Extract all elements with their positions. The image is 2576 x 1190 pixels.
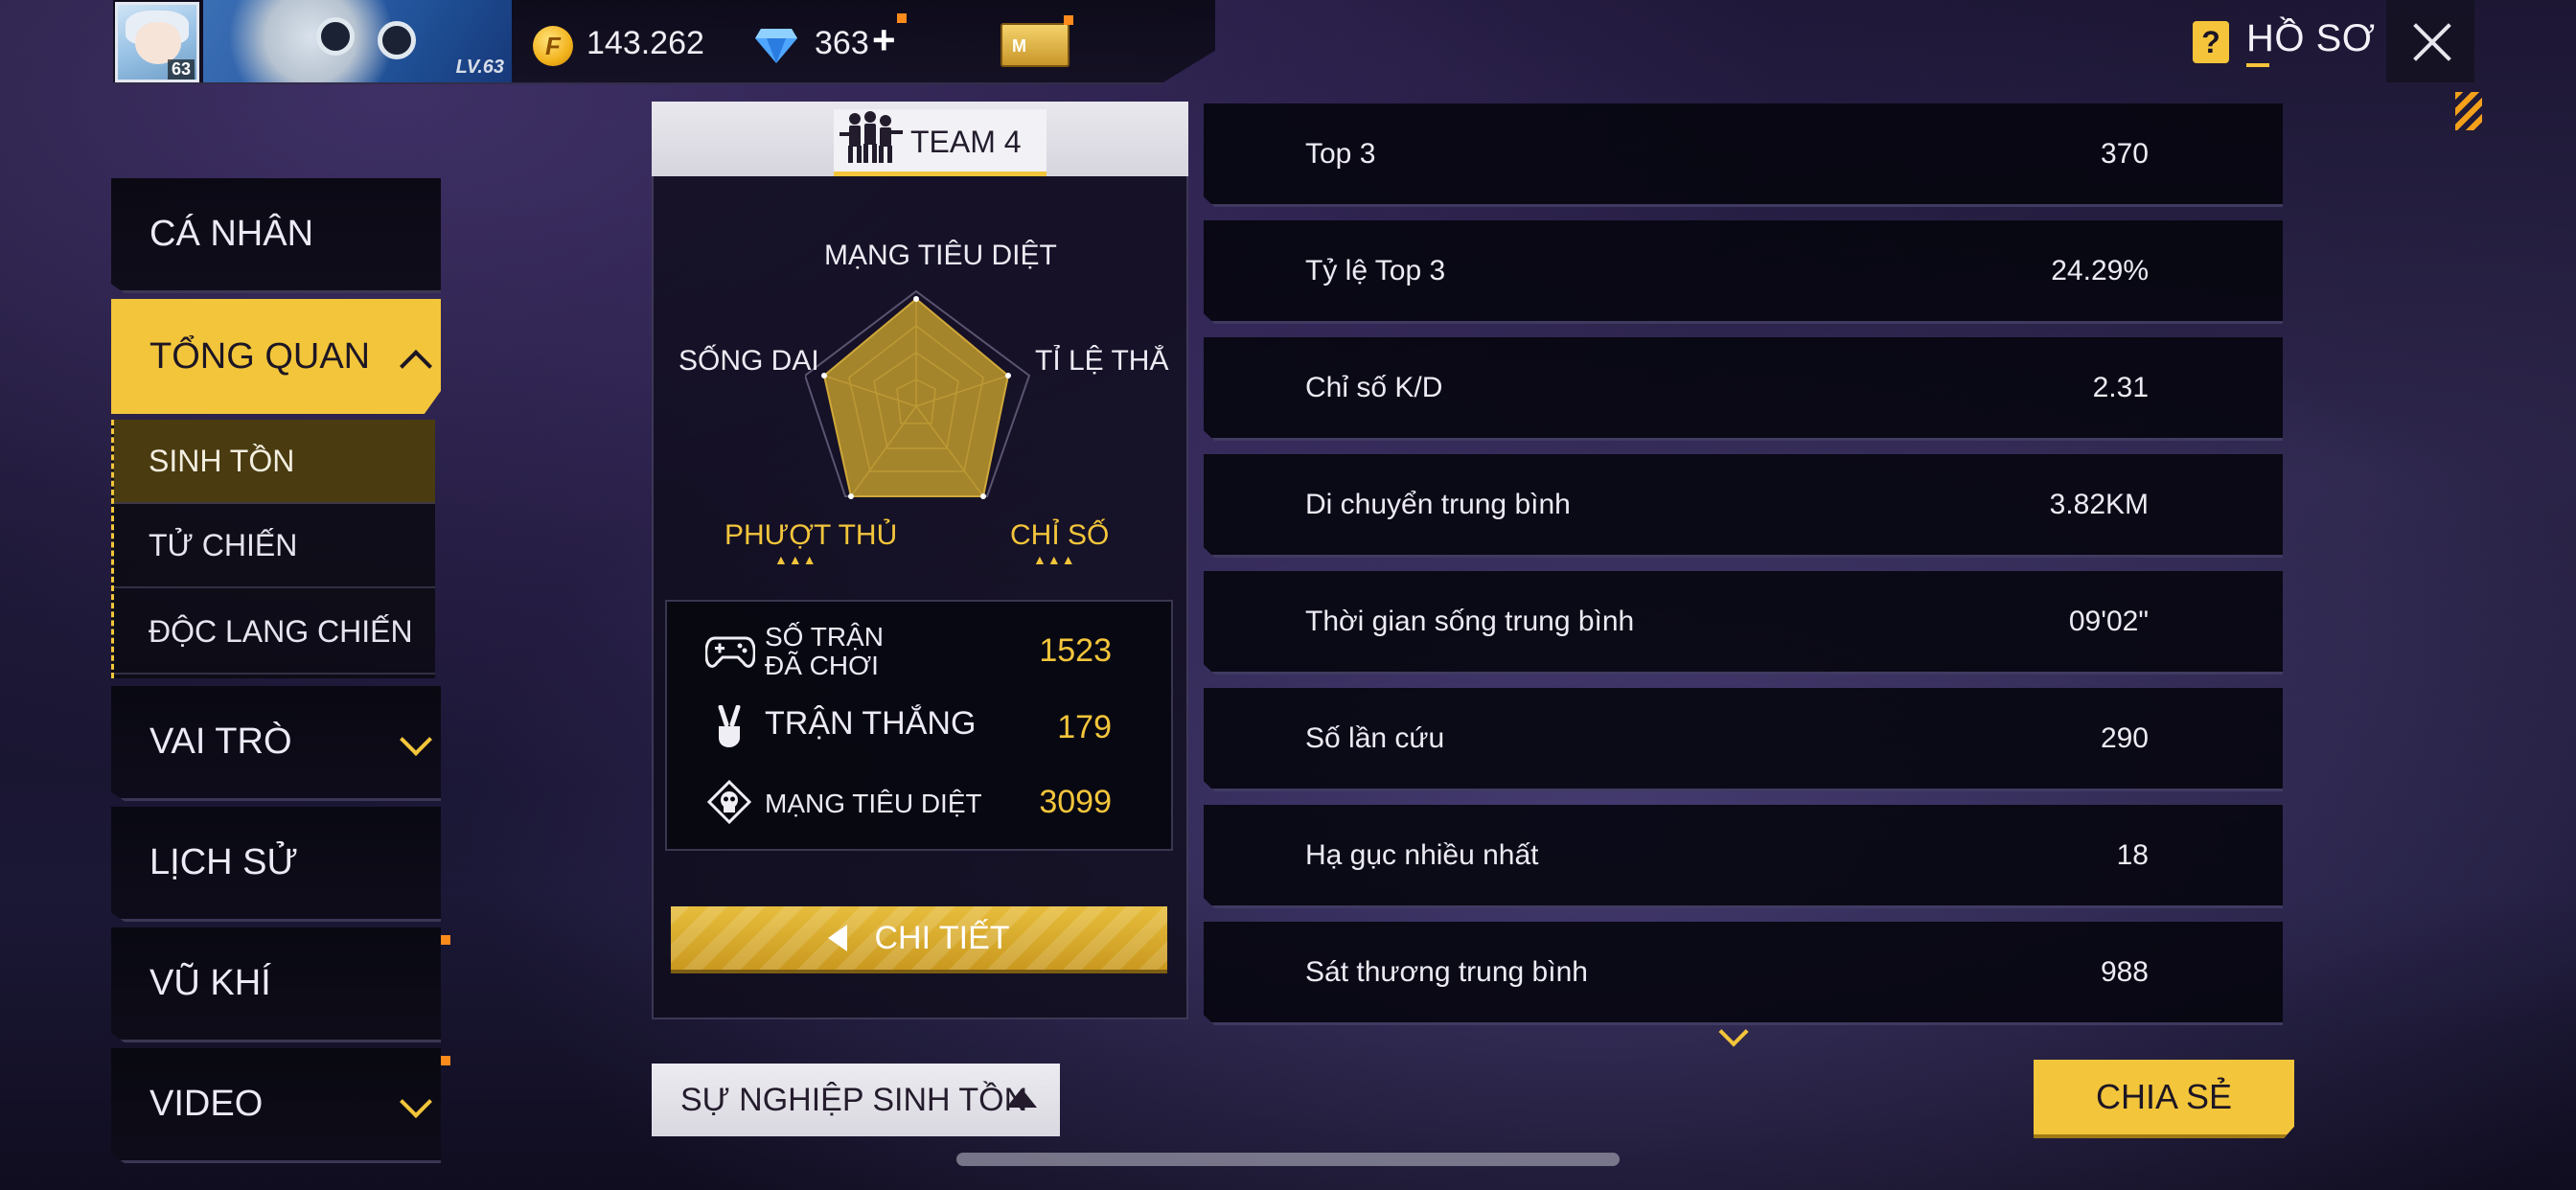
- triangle-up-icon: [1006, 1088, 1037, 1108]
- stat-row: Di chuyển trung bình 3.82KM: [1204, 454, 2283, 558]
- submenu-item-deathmatch[interactable]: TỬ CHIẾN: [114, 504, 435, 588]
- submenu-item-survival[interactable]: SINH TỒN: [114, 420, 435, 504]
- radar-label-stats[interactable]: CHỈ SỐ: [1010, 519, 1109, 552]
- close-icon[interactable]: [2386, 0, 2474, 82]
- career-mode-dropdown[interactable]: SỰ NGHIỆP SINH TỒN: [652, 1064, 1060, 1136]
- profile-banner[interactable]: LV.63: [203, 0, 512, 82]
- stat-row-value: 3.82KM: [2049, 489, 2149, 520]
- decor-stripes: [2455, 92, 2482, 130]
- stat-row-label: Tỷ lệ Top 3: [1305, 255, 1446, 286]
- sidebar-item-role[interactable]: VAI TRÒ: [111, 686, 441, 801]
- submenu-item-label: SINH TỒN: [149, 443, 295, 478]
- stat-row: Tỷ lệ Top 3 24.29%: [1204, 220, 2283, 324]
- stat-row-value: 09'02": [2068, 606, 2149, 637]
- banner-cat-eye: [316, 17, 355, 56]
- chevron-down-icon: [400, 723, 432, 756]
- stat-row-value: 2.31: [2092, 372, 2149, 403]
- player-avatar[interactable]: 63: [115, 2, 199, 82]
- diamond-value: 363: [815, 25, 869, 61]
- gold-value: 143.262: [586, 25, 704, 61]
- radar-label-survival: SỐNG DAI: [678, 345, 819, 377]
- radar-label-kills: MẠNG TIÊU DIỆT: [824, 240, 1057, 271]
- stat-row-label: Chỉ số K/D: [1305, 372, 1443, 403]
- radar-label-rusher[interactable]: PHƯỢT THỦ: [724, 519, 897, 552]
- banner-cat-eye: [378, 21, 416, 59]
- stat-row-label: Di chuyển trung bình: [1305, 489, 1571, 520]
- diamond-icon: [755, 29, 797, 63]
- team-label: TEAM 4: [910, 125, 1022, 159]
- stat-row-label: Top 3: [1305, 138, 1376, 170]
- stat-row-label: Sát thương trung bình: [1305, 956, 1588, 988]
- share-button-label: CHIA SẺ: [2095, 1077, 2233, 1116]
- avatar-level: 63: [167, 59, 195, 80]
- page-title: HỒ SƠ: [2246, 17, 2376, 59]
- stat-value-wins: 179: [1057, 709, 1112, 745]
- submenu-item-label: TỬ CHIẾN: [149, 527, 298, 562]
- sidebar-item-label: VAI TRÒ: [150, 721, 292, 762]
- detail-button-label: CHI TIẾT: [874, 919, 1010, 956]
- skull-icon: [707, 780, 751, 824]
- stat-row-value: 290: [2100, 722, 2149, 754]
- stat-row-value: 370: [2100, 138, 2149, 170]
- sidebar-item-label: VIDEO: [150, 1084, 264, 1124]
- stat-row-label: Thời gian sống trung bình: [1305, 606, 1635, 637]
- sidebar-item-label: VŨ KHÍ: [150, 963, 271, 1003]
- title-underline: [2246, 63, 2269, 67]
- home-indicator[interactable]: [956, 1153, 1620, 1166]
- stat-row-label: Hạ gục nhiều nhất: [1305, 839, 1539, 871]
- stat-row-value: 24.29%: [2051, 255, 2149, 286]
- radar-label-win-rate: TỈ LỆ THẮNG: [1035, 345, 1169, 377]
- sidebar-item-label: LỊCH SỬ: [150, 842, 298, 882]
- tab-indicator: ▲▲▲: [1033, 552, 1076, 567]
- arrow-left-icon: [828, 925, 848, 951]
- membership-icon[interactable]: M: [1000, 23, 1070, 67]
- stat-row: Thời gian sống trung bình 09'02": [1204, 571, 2283, 675]
- stat-row-value: 18: [2116, 839, 2149, 871]
- team-icon: [840, 111, 903, 163]
- victory-hand-icon: [718, 705, 741, 747]
- submenu-item-label: ĐỘC LANG CHIẾN: [149, 613, 413, 649]
- gamepad-icon: [705, 636, 755, 668]
- sidebar-item-video[interactable]: VIDEO: [111, 1048, 441, 1163]
- chevron-down-icon: [400, 1086, 432, 1118]
- diamond-topup-button[interactable]: +: [872, 17, 896, 63]
- avatar-face: [135, 22, 181, 64]
- gold-coin-icon: F: [533, 26, 573, 66]
- stat-row: Top 3 370: [1204, 103, 2283, 207]
- banner-level: LV.63: [455, 57, 504, 78]
- stat-label-wins: TRẬN THẮNG: [765, 705, 977, 742]
- stat-row: Sát thương trung bình 988: [1204, 922, 2283, 1025]
- radar-chart: [805, 289, 1031, 499]
- notification-dot: [441, 1056, 450, 1065]
- chevron-up-icon: [400, 350, 432, 382]
- tab-indicator: ▲▲▲: [774, 552, 817, 567]
- submenu-item-lone-wolf[interactable]: ĐỘC LANG CHIẾN: [114, 590, 435, 675]
- stat-row-label: Số lần cứu: [1305, 722, 1445, 754]
- sidebar-item-label: TỔNG QUAN: [150, 335, 371, 377]
- sidebar-item-overview[interactable]: TỔNG QUAN: [111, 299, 441, 414]
- share-button[interactable]: CHIA SẺ: [2034, 1060, 2294, 1138]
- stat-row: Hạ gục nhiều nhất 18: [1204, 805, 2283, 908]
- sidebar-item-label: CÁ NHÂN: [150, 214, 314, 254]
- detail-button[interactable]: CHI TIẾT: [671, 906, 1167, 973]
- notification-dot: [897, 13, 907, 23]
- notification-dot: [441, 935, 450, 945]
- stat-row-value: 988: [2100, 956, 2149, 988]
- help-icon[interactable]: ?: [2193, 21, 2229, 63]
- sidebar-item-weapons[interactable]: VŨ KHÍ: [111, 927, 441, 1042]
- sidebar-item-personal[interactable]: CÁ NHÂN: [111, 178, 441, 293]
- notification-dot: [1064, 15, 1073, 25]
- stat-label-matches: SỐ TRẬN ĐÃ CHƠI: [765, 622, 884, 680]
- career-mode-label: SỰ NGHIỆP SINH TỒN: [680, 1081, 1028, 1118]
- stat-value-kills: 3099: [1039, 784, 1112, 820]
- stat-row: Chỉ số K/D 2.31: [1204, 337, 2283, 441]
- stat-row: Số lần cứu 290: [1204, 688, 2283, 791]
- sidebar-item-history[interactable]: LỊCH SỬ: [111, 807, 441, 922]
- stat-value-matches: 1523: [1039, 632, 1112, 669]
- stat-label-kills: MẠNG TIÊU DIỆT: [765, 789, 982, 818]
- membership-label: M: [1012, 36, 1026, 56]
